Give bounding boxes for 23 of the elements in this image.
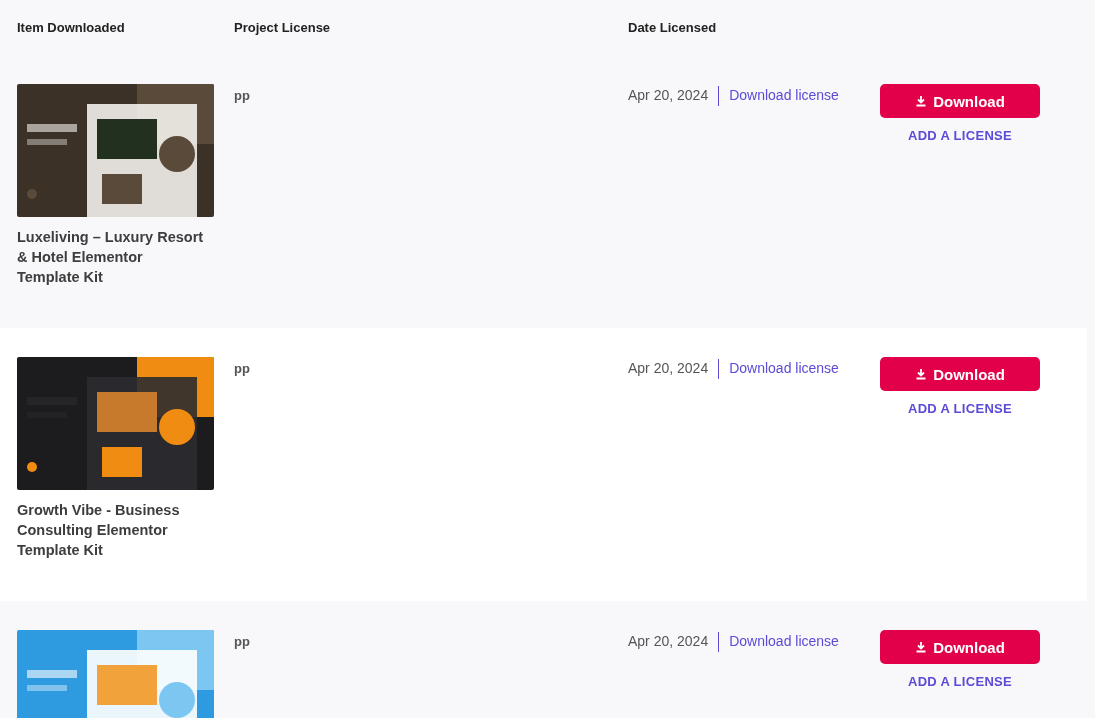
add-license-link[interactable]: ADD A LICENSE — [907, 128, 1013, 143]
download-button[interactable]: Download — [880, 357, 1040, 391]
license-date: Apr 20, 2024 — [628, 87, 709, 103]
item-title: Luxeliving – Luxury Resort & Hotel Elementor Template Kit — [17, 228, 205, 287]
project-license: pp — [234, 633, 251, 649]
column-header: Project License — [233, 20, 332, 35]
download-icon — [915, 641, 928, 653]
download-license-link[interactable]: Download license — [729, 360, 839, 376]
download-button[interactable]: Download — [880, 630, 1040, 664]
item-title: Growth Vibe - Business Consulting Elementor Template Kit — [17, 501, 181, 560]
download-license-link[interactable]: Download license — [729, 633, 839, 649]
project-license: pp — [234, 87, 251, 103]
project-license: pp — [234, 360, 251, 376]
license-date: Apr 20, 2024 — [628, 633, 709, 649]
add-license-link[interactable]: ADD A LICENSE — [907, 401, 1013, 416]
license-date: Apr 20, 2024 — [628, 360, 709, 376]
column-header: Date Licensed — [627, 20, 718, 35]
download-icon — [915, 368, 928, 380]
download-icon — [915, 95, 928, 107]
add-license-link[interactable]: ADD A LICENSE — [907, 674, 1013, 689]
column-header: Item Downloaded — [16, 20, 126, 35]
download-button[interactable]: Download — [880, 84, 1040, 118]
download-license-link[interactable]: Download license — [729, 87, 839, 103]
